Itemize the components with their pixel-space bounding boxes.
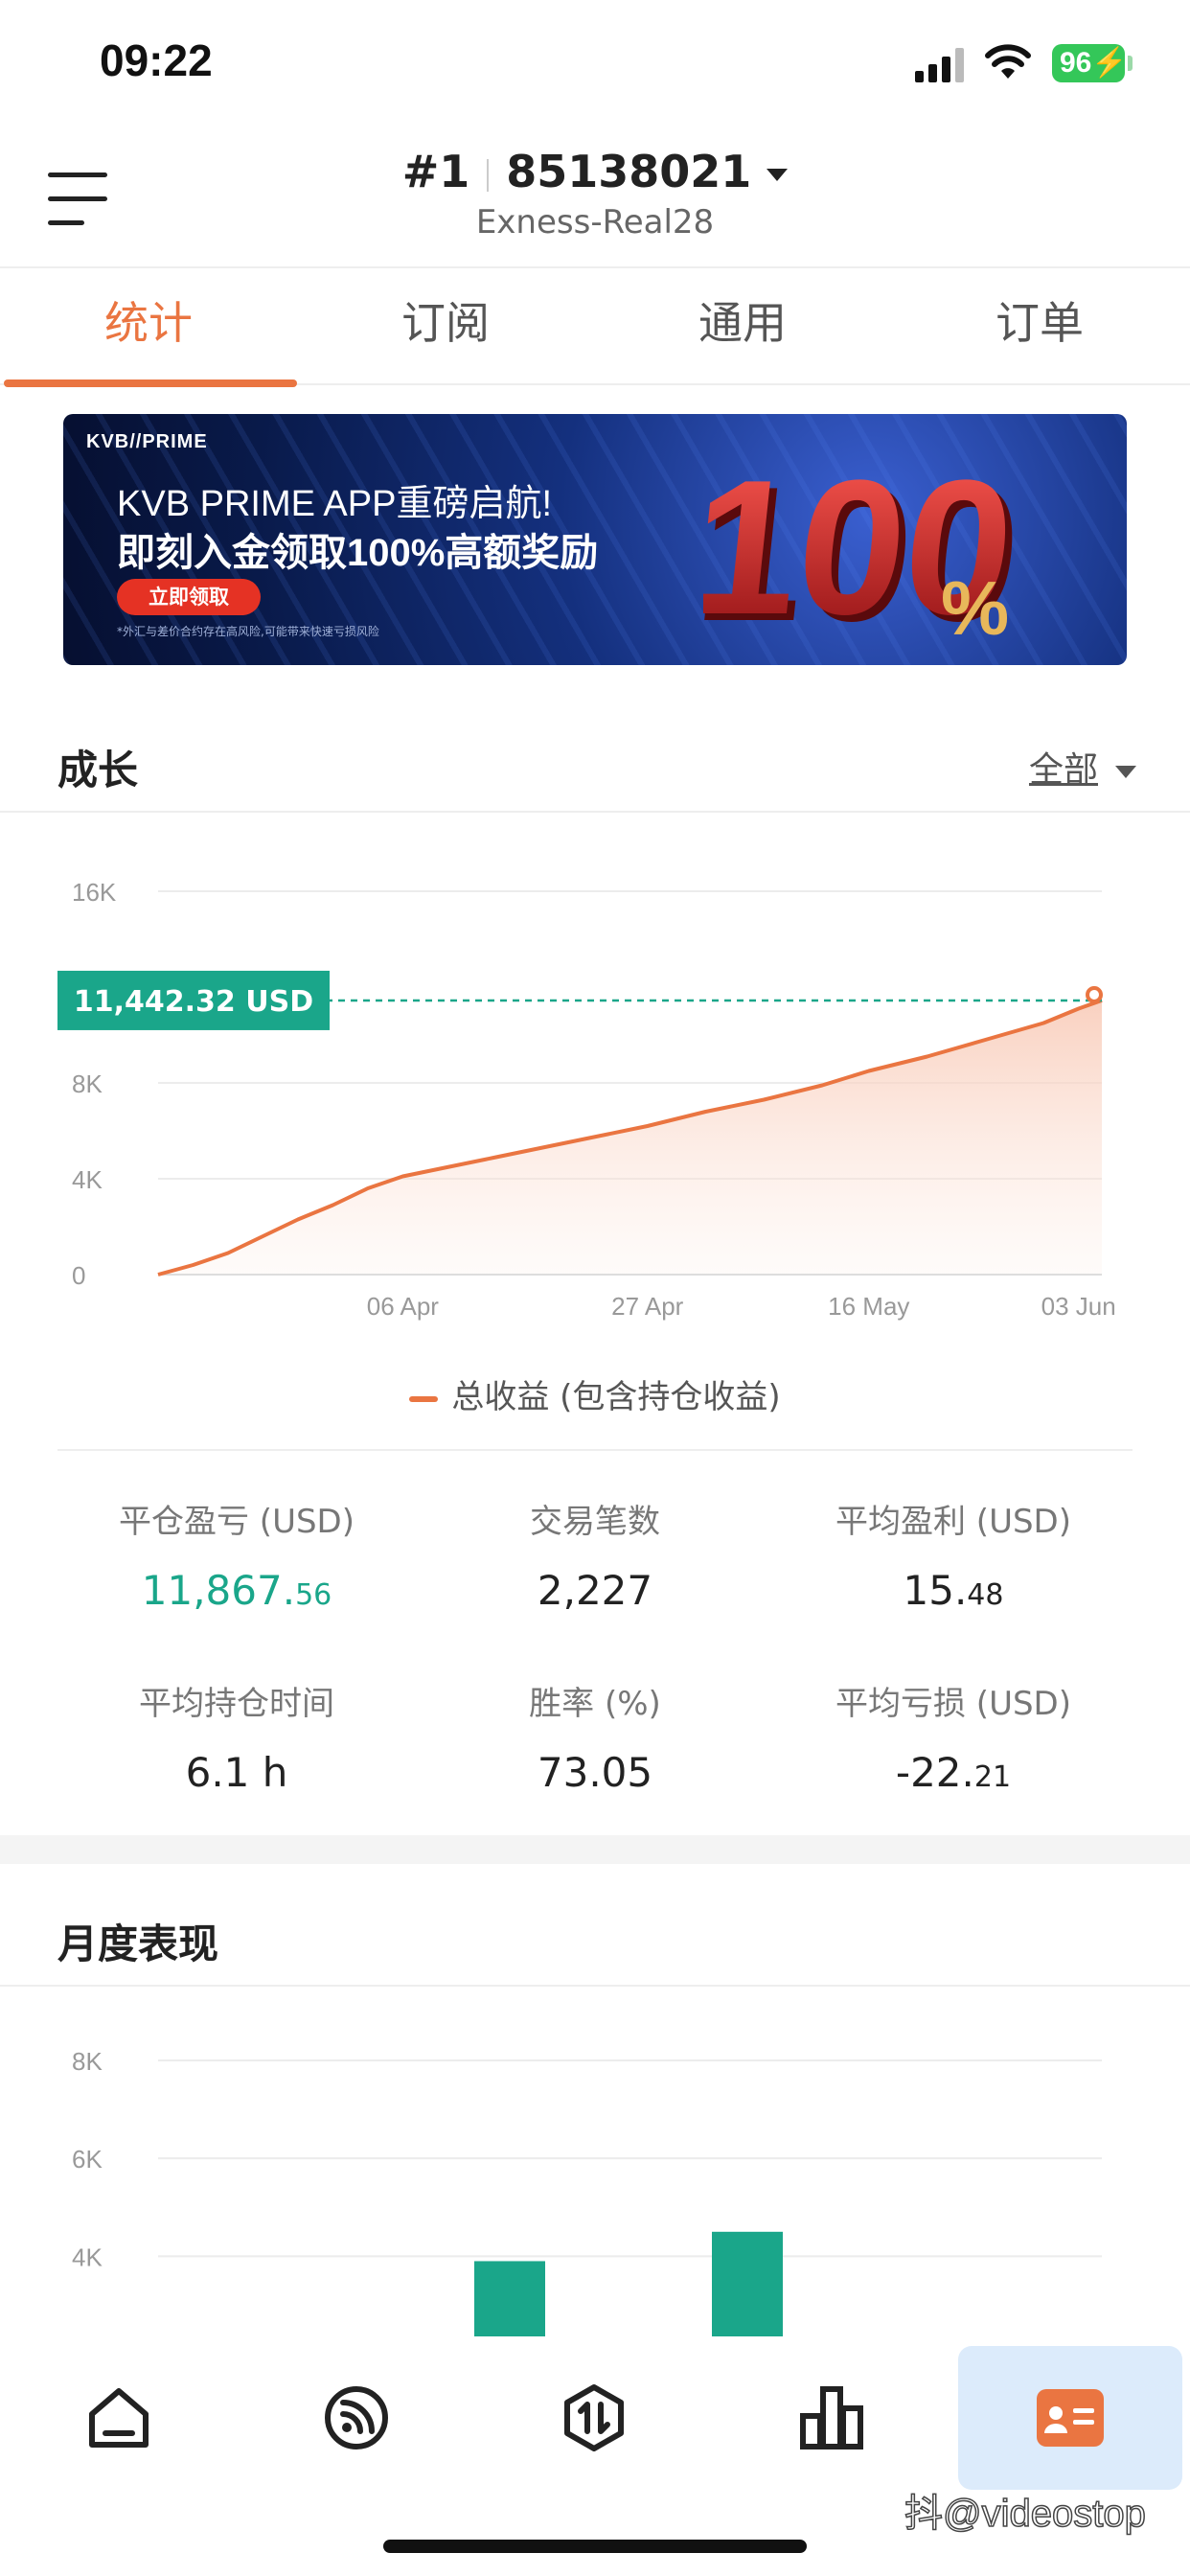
legend-label: 总收益 (包含持仓收益) (451, 1378, 781, 1416)
x-tick-label: 16 May (828, 1292, 909, 1321)
y-tick-label: 4K (72, 1165, 103, 1194)
stat-item: 平均盈利 (USD) 15.48 (755, 1495, 1152, 1614)
y-tick-label: 8K (72, 2047, 103, 2076)
monthly-section-header: 月度表现 (0, 1883, 1190, 1987)
current-value-label: 11,442.32 USD (74, 985, 313, 1019)
stat-value-main: 2,227 (537, 1567, 653, 1614)
tab-bar: 统计 订阅 通用 订单 (0, 270, 1190, 387)
svg-text:%: % (941, 565, 1009, 651)
account-separator (487, 158, 490, 192)
nav-trade[interactable] (475, 2346, 713, 2490)
stat-value-decimals: 48 (967, 1578, 1004, 1612)
y-tick-label: 16K (72, 878, 117, 907)
growth-legend: 总收益 (包含持仓收益) (0, 1370, 1190, 1417)
period-filter-dropdown[interactable]: 全部 (1029, 742, 1136, 792)
x-tick-label: 27 Apr (611, 1292, 684, 1321)
chart-icon (800, 2386, 863, 2450)
stat-label: 平均盈利 (USD) (835, 1503, 1071, 1541)
banner-title: KVB PRIME APP重磅启航! (117, 484, 552, 524)
promo-banner[interactable]: KVB//PRIME KVB PRIME APP重磅启航! 即刻入金领取100%… (63, 414, 1127, 665)
stat-value-main: -22. (895, 1749, 974, 1796)
current-value-point (1086, 985, 1103, 1003)
stat-label: 平均持仓时间 (139, 1685, 334, 1723)
nav-signals[interactable] (238, 2346, 475, 2490)
banner-subtitle: 即刻入金领取100%高额奖励 (117, 532, 599, 574)
stat-item: 平仓盈亏 (USD) 11,867.56 (38, 1495, 435, 1614)
stats-divider (57, 1449, 1133, 1451)
stat-item: 交易笔数 2,227 (397, 1495, 793, 1614)
home-icon (89, 2388, 149, 2448)
stat-item: 平均亏损 (USD) -22.21 (755, 1677, 1152, 1796)
banner-disclaimer: *外汇与差价合约存在高风险,可能带来快速亏损风险 (117, 625, 379, 638)
wifi-icon (985, 44, 1031, 79)
trade-icon (564, 2384, 624, 2451)
stat-label: 平仓盈亏 (USD) (119, 1503, 355, 1541)
chevron-down-icon (1115, 765, 1136, 778)
tab-general[interactable]: 通用 (594, 270, 891, 383)
stat-value: 2,227 (397, 1567, 793, 1614)
account-id: 85138021 (506, 146, 752, 197)
chevron-down-icon (767, 169, 789, 181)
status-bar: 09:22 96⚡ (0, 0, 1190, 125)
banner-brand-logo: KVB//PRIME (86, 431, 208, 452)
battery-indicator: 96⚡ (1052, 44, 1133, 82)
x-tick-label: 03 Jun (1041, 1292, 1116, 1321)
y-tick-label: 8K (72, 1070, 103, 1098)
monthly-title: 月度表现 (57, 1920, 219, 1967)
x-tick-label: 06 Apr (367, 1292, 440, 1321)
stat-value-main: 6.1 h (185, 1749, 288, 1796)
growth-area-chart[interactable]: 0 4K 8K 16K 06 Apr 27 Apr 16 May 03 Jun 11,442.3… (0, 853, 1190, 1390)
section-separator (0, 1835, 1190, 1864)
growth-area-fill (158, 1000, 1102, 1275)
banner-claim-button[interactable]: 立即领取 (117, 579, 261, 615)
stat-value: 6.1 h (38, 1749, 435, 1796)
growth-section-header: 成长 全部 (0, 709, 1190, 813)
status-time: 09:22 (100, 35, 213, 85)
nav-home[interactable] (0, 2346, 238, 2490)
nav-rankings[interactable] (713, 2346, 950, 2490)
nav-profile[interactable] (958, 2346, 1182, 2490)
y-tick-label: 6K (72, 2145, 103, 2174)
y-tick-label: 4K (72, 2242, 103, 2271)
stat-label: 交易笔数 (530, 1503, 660, 1541)
stat-value: 73.05 (397, 1749, 793, 1796)
period-filter-label: 全部 (1028, 750, 1098, 790)
stat-label: 胜率 (%) (529, 1685, 661, 1723)
profile-card-icon (1037, 2389, 1104, 2447)
charging-bolt-icon: ⚡ (1091, 47, 1128, 79)
tab-subscriptions[interactable]: 订阅 (297, 270, 594, 383)
stat-value-main: 15. (903, 1567, 968, 1614)
stat-label: 平均亏损 (USD) (835, 1685, 1071, 1723)
stat-item: 胜率 (%) 73.05 (397, 1677, 793, 1796)
growth-title: 成长 (57, 747, 139, 794)
stat-value-decimals: 21 (973, 1760, 1012, 1794)
account-number: #1 (401, 146, 470, 197)
stat-value: 15.48 (755, 1567, 1152, 1614)
monthly-bar (712, 2231, 783, 2336)
legend-swatch (409, 1395, 439, 1402)
stat-value: -22.21 (755, 1749, 1152, 1796)
stat-item: 平均持仓时间 6.1 h (38, 1677, 435, 1796)
tab-statistics[interactable]: 统计 (0, 270, 297, 387)
monthly-bar (474, 2261, 545, 2336)
tab-orders[interactable]: 订单 (891, 270, 1188, 383)
account-server: Exness-Real28 (475, 203, 715, 242)
y-tick-label: 0 (72, 1261, 85, 1290)
stat-value-main: 73.05 (537, 1749, 653, 1796)
banner-100-percent-graphic: 100 100 % (703, 443, 1030, 654)
stat-value: 11,867.56 (38, 1567, 435, 1614)
stat-value-main: 11,867. (141, 1567, 296, 1614)
cellular-signal-icon (915, 48, 964, 82)
signals-icon (325, 2386, 388, 2450)
account-selector[interactable]: #1 85138021 (0, 146, 1190, 197)
stat-value-decimals: 56 (295, 1578, 332, 1612)
account-header: #1 85138021 Exness-Real28 (0, 125, 1190, 268)
battery-level: 96 (1060, 47, 1092, 79)
home-indicator[interactable] (383, 2540, 807, 2553)
monthly-bar-chart[interactable]: 4K 6K 8K (0, 1991, 1190, 2336)
watermark: 抖@videostop (904, 2492, 1146, 2536)
